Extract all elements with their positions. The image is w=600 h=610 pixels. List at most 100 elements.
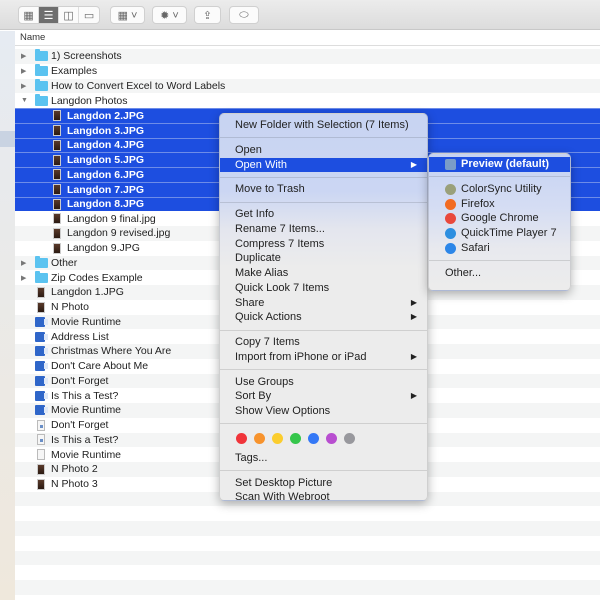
- file-name: Don't Care About Me: [51, 360, 149, 373]
- file-row[interactable]: ▶ 1) Screenshots: [15, 49, 600, 64]
- menu-item-move-to-trash[interactable]: Move to Trash: [220, 182, 427, 197]
- file-name: Examples: [51, 65, 98, 78]
- open-with-google-chrome[interactable]: Google Chrome: [429, 211, 570, 226]
- tag-red-dot[interactable]: [236, 433, 247, 445]
- action-button[interactable]: ✹ ˅: [152, 6, 187, 24]
- menu-item-share[interactable]: Share ▶: [220, 296, 427, 311]
- tag-blue-dot[interactable]: [308, 433, 319, 445]
- menu-item-scan-with-webroot[interactable]: Scan With Webroot: [220, 490, 427, 505]
- menu-item-use-groups[interactable]: Use Groups: [220, 375, 427, 390]
- app-label: Preview (default): [461, 158, 550, 170]
- file-name: Langdon Photos: [51, 94, 128, 107]
- open-with-colorsync-utility[interactable]: ColorSync Utility: [429, 182, 570, 197]
- empty-row: [15, 594, 600, 610]
- tag-purple-dot[interactable]: [326, 433, 337, 445]
- menu-item-show-view-options[interactable]: Show View Options: [220, 404, 427, 419]
- menu-item-tags[interactable]: Tags...: [220, 451, 427, 466]
- image-file-icon: [53, 139, 61, 151]
- menu-item-import-from-iphone-or-ipad[interactable]: Import from iPhone or iPad ▶: [220, 350, 427, 365]
- menu-item-set-desktop-picture[interactable]: Set Desktop Picture: [220, 476, 427, 491]
- gear-icon: ✹ ˅: [160, 9, 179, 22]
- menu-item-open-with[interactable]: Open With ▶: [220, 157, 427, 173]
- list-view-button[interactable]: ☰: [39, 7, 60, 23]
- tag-orange-dot[interactable]: [254, 433, 265, 445]
- tag-button[interactable]: ⬭: [229, 6, 259, 24]
- menu-item-label: Open With: [235, 158, 287, 171]
- folder-icon: [35, 270, 48, 283]
- tag-yellow-dot[interactable]: [272, 433, 283, 445]
- open-with-firefox[interactable]: Firefox: [429, 197, 570, 212]
- disclosure-collapsed-icon[interactable]: ▶: [21, 274, 26, 282]
- word-document-icon: [35, 361, 48, 372]
- menu-separator: [220, 325, 427, 335]
- safari-icon: [445, 242, 456, 254]
- open-with-submenu: Preview (default) ColorSync Utility Firefo…: [428, 153, 571, 291]
- group-icon: ▦ ˅: [117, 9, 138, 22]
- sidebar-selected-item[interactable]: [0, 131, 15, 147]
- disclosure-collapsed-icon[interactable]: ▶: [21, 52, 26, 60]
- menu-item-quick-actions[interactable]: Quick Actions ▶: [220, 310, 427, 325]
- folder-icon: [35, 93, 48, 106]
- menu-item-sort-by[interactable]: Sort By ▶: [220, 389, 427, 404]
- file-name: Is This a Test?: [51, 433, 119, 446]
- submenu-arrow-icon: ▶: [410, 159, 417, 169]
- file-name: Langdon 1.JPG: [51, 286, 124, 299]
- icon-view-button[interactable]: ▦: [19, 7, 40, 23]
- file-name: Langdon 6.JPG: [67, 168, 145, 181]
- menu-item-duplicate[interactable]: Duplicate: [220, 251, 427, 266]
- file-name: Movie Runtime: [51, 448, 122, 461]
- open-with-quicktime-player-7[interactable]: QuickTime Player 7: [429, 226, 570, 241]
- file-name: Langdon 7.JPG: [67, 183, 145, 196]
- empty-row: [15, 550, 600, 566]
- text-document-icon: [37, 449, 45, 461]
- tag-green-dot[interactable]: [290, 433, 301, 445]
- group-button[interactable]: ▦ ˅: [110, 6, 145, 24]
- file-row[interactable]: ▼ Langdon Photos: [15, 93, 600, 108]
- open-with-safari[interactable]: Safari: [429, 241, 570, 256]
- file-name: Don't Forget: [51, 374, 109, 387]
- toolbar: ▦ ☰ ◫ ▭ ▦ ˅ ✹ ˅ ⇪ ⬭: [0, 0, 600, 30]
- image-file-icon: [53, 154, 61, 166]
- app-label: Other...: [445, 266, 482, 279]
- menu-item-open[interactable]: Open: [220, 143, 427, 158]
- menu-item-label: Move to Trash: [235, 183, 305, 196]
- file-row[interactable]: ▶ How to Convert Excel to Word Labels: [15, 78, 600, 94]
- image-file-icon: [37, 286, 45, 298]
- text-document-icon: [37, 434, 45, 446]
- file-name: N Photo: [51, 301, 89, 314]
- image-file-icon: [53, 242, 61, 254]
- file-row[interactable]: ▶ Examples: [15, 63, 600, 79]
- word-document-icon: [35, 375, 48, 386]
- disclosure-collapsed-icon[interactable]: ▶: [21, 259, 26, 267]
- gallery-view-button[interactable]: ▭: [79, 7, 99, 23]
- menu-item-get-info[interactable]: Get Info: [220, 207, 427, 222]
- open-with-preview-default[interactable]: Preview (default): [429, 157, 570, 172]
- word-document-icon: [35, 390, 48, 401]
- tag-gray-dot[interactable]: [344, 433, 355, 445]
- open-with-other[interactable]: Other...: [429, 266, 570, 281]
- column-header-name[interactable]: Name: [15, 31, 600, 46]
- file-name: Other: [51, 256, 78, 269]
- menu-item-new-folder-with-selection-7-items[interactable]: New Folder with Selection (7 Items): [220, 118, 427, 133]
- file-name: Langdon 2.JPG: [67, 109, 145, 122]
- menu-item-rename-7-items[interactable]: Rename 7 Items...: [220, 222, 427, 237]
- share-button[interactable]: ⇪: [194, 6, 221, 24]
- disclosure-collapsed-icon[interactable]: ▶: [21, 82, 26, 90]
- menu-item-compress-7-items[interactable]: Compress 7 Items: [220, 237, 427, 252]
- file-name: Christmas Where You Are: [51, 345, 172, 358]
- menu-item-copy-7-items[interactable]: Copy 7 Items: [220, 335, 427, 350]
- menu-separator: [429, 256, 570, 266]
- disclosure-expanded-icon[interactable]: ▼: [21, 97, 28, 104]
- chrome-icon: [445, 213, 456, 225]
- menu-separator: [429, 172, 570, 182]
- colorsync-icon: [445, 183, 456, 195]
- submenu-arrow-icon: ▶: [410, 297, 417, 307]
- menu-item-quick-look-7-items[interactable]: Quick Look 7 Items: [220, 281, 427, 296]
- menu-separator: [220, 133, 427, 143]
- image-file-icon: [37, 478, 45, 490]
- column-view-button[interactable]: ◫: [59, 7, 80, 23]
- image-file-icon: [53, 198, 61, 210]
- file-name: Address List: [51, 330, 109, 343]
- menu-item-make-alias[interactable]: Make Alias: [220, 266, 427, 281]
- disclosure-collapsed-icon[interactable]: ▶: [21, 67, 26, 75]
